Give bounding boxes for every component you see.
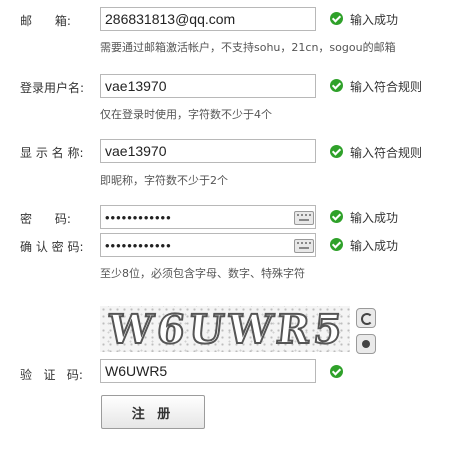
username-hint: 仅在登录时使用，字符数不少于4个 bbox=[100, 108, 272, 121]
nickname-hint: 即昵称，字符数不少于2个 bbox=[100, 174, 228, 187]
password-label: 密 码: bbox=[20, 212, 71, 226]
username-label: 登录用户名: bbox=[20, 81, 85, 95]
refresh-icon[interactable] bbox=[356, 308, 376, 328]
email-label: 邮 箱: bbox=[20, 14, 71, 28]
email-field[interactable] bbox=[100, 7, 316, 31]
confirm-password-status: 输入成功 bbox=[350, 239, 399, 253]
password-status: 输入成功 bbox=[350, 211, 399, 225]
keyboard-icon[interactable] bbox=[294, 239, 314, 253]
captcha-image: W6UWR5 bbox=[100, 306, 350, 352]
register-button[interactable]: 注 册 bbox=[101, 395, 205, 429]
nickname-status: 输入符合规则 bbox=[350, 146, 423, 160]
nickname-field[interactable] bbox=[100, 139, 316, 163]
captcha-field[interactable] bbox=[100, 359, 316, 383]
username-field[interactable] bbox=[100, 74, 316, 98]
check-circle-icon bbox=[330, 210, 343, 223]
audio-icon[interactable] bbox=[356, 334, 376, 354]
password-hint: 至少8位，必须包含字母、数字、特殊字符 bbox=[100, 267, 305, 280]
check-circle-icon bbox=[330, 145, 343, 158]
keyboard-icon[interactable] bbox=[294, 211, 314, 225]
confirm-password-label: 确 认 密 码: bbox=[20, 240, 84, 254]
nickname-label: 显 示 名 称: bbox=[20, 146, 84, 160]
captcha-label: 验 证 码: bbox=[20, 368, 83, 382]
check-circle-icon bbox=[330, 365, 343, 378]
check-circle-icon bbox=[330, 12, 343, 25]
username-status: 输入符合规则 bbox=[350, 80, 423, 94]
password-field[interactable] bbox=[100, 205, 316, 229]
check-circle-icon bbox=[330, 238, 343, 251]
captcha-image-text: W6UWR5 bbox=[105, 306, 350, 352]
check-circle-icon bbox=[330, 79, 343, 92]
confirm-password-field[interactable] bbox=[100, 233, 316, 257]
email-status: 输入成功 bbox=[350, 13, 399, 27]
email-hint: 需要通过邮箱激活帐户，不支持sohu，21cn，sogou的邮箱 bbox=[100, 41, 396, 54]
